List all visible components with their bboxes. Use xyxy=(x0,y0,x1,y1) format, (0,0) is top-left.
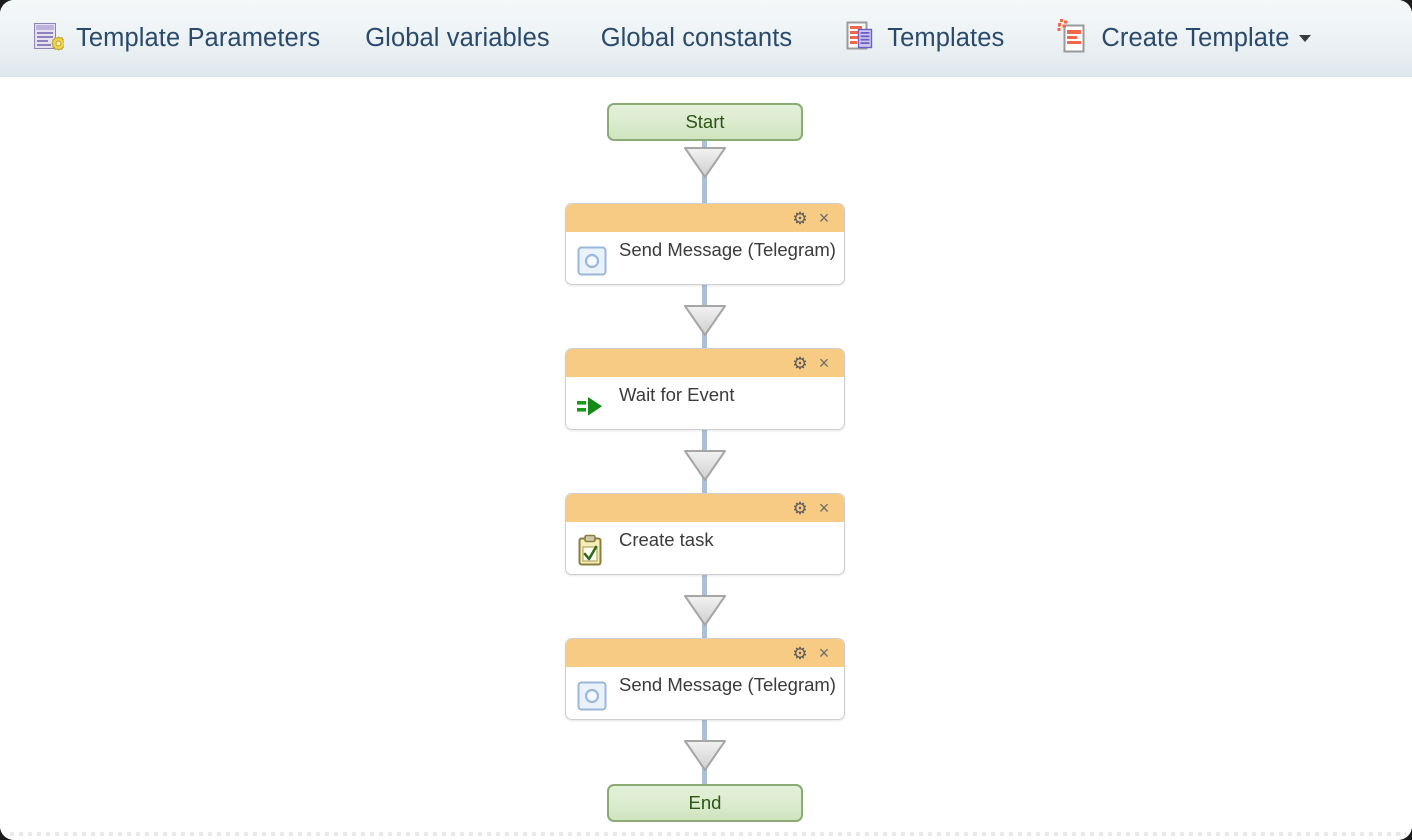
gear-icon[interactable]: ⚙ xyxy=(788,352,812,374)
node-title: Wait for Event xyxy=(619,381,735,406)
start-node-label: Start xyxy=(685,111,724,133)
toolbar-item-label: Global variables xyxy=(365,24,549,53)
create-template-icon xyxy=(1057,18,1089,58)
node-header: ⚙ × xyxy=(566,494,844,522)
toolbar-item-label: Template Parameters xyxy=(76,24,320,53)
close-icon[interactable]: × xyxy=(812,352,836,374)
close-icon[interactable]: × xyxy=(812,207,836,229)
close-icon[interactable]: × xyxy=(812,497,836,519)
toolbar-item-global-variables[interactable]: Global variables xyxy=(365,14,549,62)
toolbar-item-create-template[interactable]: Create Template xyxy=(1057,14,1310,62)
bottom-divider xyxy=(10,832,1406,836)
toolbar-item-template-parameters[interactable]: Template Parameters xyxy=(34,14,320,62)
end-node-label: End xyxy=(689,792,722,814)
workflow-designer-window: Template Parameters Global variables Glo… xyxy=(0,0,1412,840)
gear-icon[interactable]: ⚙ xyxy=(788,497,812,519)
toolbar-item-label: Global constants xyxy=(601,24,793,53)
node-body: Create task xyxy=(566,522,844,575)
create-task-icon xyxy=(576,534,608,566)
workflow-node[interactable]: ⚙ × Send Message (Telegram) xyxy=(565,203,845,285)
node-header: ⚙ × xyxy=(566,639,844,667)
end-node[interactable]: End xyxy=(607,784,803,822)
node-body: Send Message (Telegram) xyxy=(566,667,844,720)
close-icon[interactable]: × xyxy=(812,642,836,664)
node-title: Create task xyxy=(619,526,714,551)
connector-arrow xyxy=(683,449,727,483)
workflow-node[interactable]: ⚙ × Wait for Event xyxy=(565,348,845,430)
template-parameters-icon xyxy=(34,22,64,54)
toolbar-item-templates[interactable]: Templates xyxy=(845,14,1004,62)
workflow-canvas[interactable]: Start ⚙ × Send Message (Telegram) xyxy=(0,77,1412,840)
node-body: Send Message (Telegram) xyxy=(566,232,844,285)
node-title: Send Message (Telegram) xyxy=(619,671,836,696)
connector-arrow xyxy=(683,146,727,180)
toolbar: Template Parameters Global variables Glo… xyxy=(0,0,1412,77)
connector-arrow xyxy=(683,739,727,773)
node-body: Wait for Event xyxy=(566,377,844,430)
start-node[interactable]: Start xyxy=(607,103,803,141)
node-header: ⚙ × xyxy=(566,204,844,232)
gear-icon[interactable]: ⚙ xyxy=(788,207,812,229)
toolbar-item-label: Templates xyxy=(887,24,1004,53)
gear-icon[interactable]: ⚙ xyxy=(788,642,812,664)
toolbar-item-global-constants[interactable]: Global constants xyxy=(601,14,793,62)
templates-icon xyxy=(845,21,875,55)
node-header: ⚙ × xyxy=(566,349,844,377)
node-title: Send Message (Telegram) xyxy=(619,236,836,261)
toolbar-item-label: Create Template xyxy=(1101,24,1289,53)
connector-arrow xyxy=(683,304,727,338)
connector-arrow xyxy=(683,594,727,628)
workflow-node[interactable]: ⚙ × Create task xyxy=(565,493,845,575)
workflow-node[interactable]: ⚙ × Send Message (Telegram) xyxy=(565,638,845,720)
telegram-activity-icon xyxy=(576,245,608,277)
chevron-down-icon[interactable] xyxy=(1299,35,1311,42)
wait-for-event-icon xyxy=(576,393,608,425)
telegram-activity-icon xyxy=(576,680,608,712)
